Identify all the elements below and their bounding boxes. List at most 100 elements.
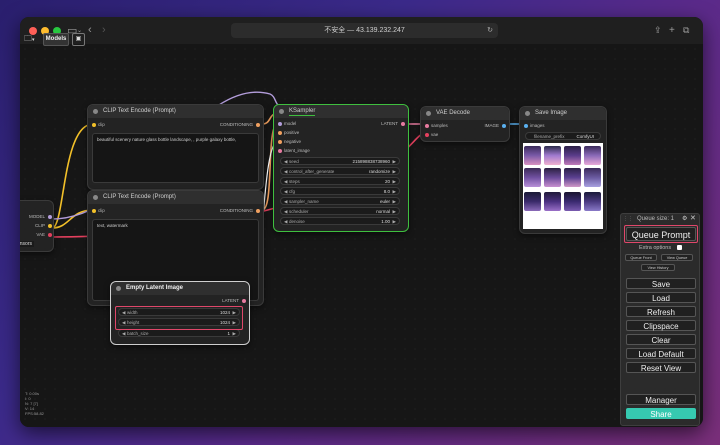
decrement-icon: ◀ (122, 331, 126, 336)
increment-icon: ▶ (392, 159, 396, 164)
gear-icon[interactable]: ⚙ (682, 215, 687, 222)
filename-prefix-widget[interactable]: filename_prefix ComfyUI (525, 132, 601, 140)
input-positive-dot[interactable] (278, 131, 282, 135)
refresh-button[interactable]: Refresh (626, 306, 696, 317)
output-image: IMAGE (484, 123, 499, 128)
seed-widget[interactable]: ◀ seed 215898838738960 ▶ (280, 157, 400, 165)
input-model-dot[interactable] (278, 122, 282, 126)
queue-menu-panel[interactable]: ⋮⋮ Queue size: 1 ⚙ ✕ Queue Prompt Extra … (620, 213, 700, 426)
decrement-icon: ◀ (284, 219, 288, 224)
collapse-dot[interactable] (525, 111, 530, 116)
render-stats: T: 0.00s I: 0 N: 7 [7] V: 14 FPS:58.82 (25, 391, 44, 416)
extra-options-checkbox[interactable] (677, 245, 682, 250)
scheduler-widget[interactable]: ◀ scheduler normal ▶ (280, 207, 400, 215)
collapse-dot[interactable] (279, 109, 284, 114)
generated-image-11[interactable] (564, 192, 581, 211)
increment-icon: ▶ (392, 209, 396, 214)
input-negative-dot[interactable] (278, 140, 282, 144)
drag-handle-icon[interactable]: ⋮⋮ (623, 216, 633, 222)
save-button[interactable]: Save (626, 278, 696, 289)
view-queue-button[interactable]: View Queue (661, 254, 693, 261)
ksampler-node[interactable]: KSampler model positive negative latent_… (273, 104, 409, 232)
share-button[interactable]: Share (626, 408, 696, 419)
output-vae-dot[interactable] (48, 233, 52, 237)
share-icon[interactable]: ⇪ (654, 25, 662, 36)
vae-decode-node[interactable]: VAE Decode samples vae IMAGE (420, 106, 510, 142)
increment-icon: ▶ (392, 189, 396, 194)
generated-image-10[interactable] (544, 192, 561, 211)
input-clip-dot[interactable] (92, 209, 96, 213)
control-after-generate-widget[interactable]: ◀ control_after_generate randomize ▶ (280, 167, 400, 175)
reload-icon[interactable]: ↻ (487, 23, 493, 38)
generated-image-8[interactable] (584, 168, 601, 187)
browser-titlebar: ▭ ⌄ ‹ › 不安全 — 43.139.232.247 ↻ ⇪ + ⧉ (20, 17, 703, 45)
decrement-icon: ◀ (284, 159, 288, 164)
load-button[interactable]: Load (626, 292, 696, 303)
input-samples-dot[interactable] (425, 124, 429, 128)
workflow-menu-button[interactable]: ▣ (72, 33, 85, 46)
output-latent-dot[interactable] (242, 299, 246, 303)
generated-image-4[interactable] (584, 146, 601, 165)
denoise-widget[interactable]: ◀ denoise 1.00 ▶ (280, 217, 400, 225)
increment-icon: ▶ (392, 179, 396, 184)
batch-size-widget[interactable]: ◀ batch_size 1 ▶ (118, 329, 240, 337)
cfg-widget[interactable]: ◀ cfg 8.0 ▶ (280, 187, 400, 195)
close-icon[interactable]: ✕ (690, 214, 696, 222)
output-latent-dot[interactable] (401, 122, 405, 126)
output-latent: LATENT (381, 121, 398, 126)
output-conditioning-dot[interactable] (256, 209, 260, 213)
width-height-highlight (115, 306, 243, 330)
input-images-dot[interactable] (524, 124, 528, 128)
graph-canvas[interactable]: 🗀▾ Models ▣ MODEL CLIP VAE ensors CLIP T… (20, 33, 703, 427)
tab-overview-icon[interactable]: ⧉ (683, 25, 689, 36)
increment-icon: ▶ (392, 219, 396, 224)
output-model-dot[interactable] (48, 215, 52, 219)
output-conditioning-dot[interactable] (256, 123, 260, 127)
generated-image-1[interactable] (524, 146, 541, 165)
generated-image-7[interactable] (564, 168, 581, 187)
collapse-dot[interactable] (116, 286, 121, 291)
generated-image-9[interactable] (524, 192, 541, 211)
output-conditioning: CONDITIONING (219, 208, 253, 213)
new-tab-icon[interactable]: + (669, 25, 675, 36)
checkpoint-loader-node[interactable]: MODEL CLIP VAE ensors (20, 200, 54, 252)
sampler-name-widget[interactable]: ◀ sampler_name euler ▶ (280, 197, 400, 205)
workflow-folder-button[interactable]: 🗀▾ (24, 33, 40, 43)
view-history-button[interactable]: View History (641, 264, 675, 271)
steps-widget[interactable]: ◀ steps 20 ▶ (280, 177, 400, 185)
clipspace-button[interactable]: Clipspace (626, 320, 696, 331)
collapse-dot[interactable] (93, 195, 98, 200)
generated-image-3[interactable] (564, 146, 581, 165)
output-latent: LATENT (222, 298, 239, 303)
models-button[interactable]: Models (43, 33, 69, 46)
output-clip-dot[interactable] (48, 224, 52, 228)
clip-text-encode-positive-node[interactable]: CLIP Text Encode (Prompt) clip CONDITION… (87, 104, 264, 190)
load-default-button[interactable]: Load Default (626, 348, 696, 359)
generated-image-12[interactable] (584, 192, 601, 211)
address-bar[interactable]: 不安全 — 43.139.232.247 ↻ (231, 23, 498, 38)
input-clip-dot[interactable] (92, 123, 96, 127)
manager-button[interactable]: Manager (626, 394, 696, 405)
empty-latent-image-node[interactable]: Empty Latent Image LATENT ◀ width 1024 ▶ ◀ h… (110, 281, 250, 345)
reset-view-button[interactable]: Reset View (626, 362, 696, 373)
image-preview-grid[interactable] (523, 143, 603, 229)
clear-button[interactable]: Clear (626, 334, 696, 345)
increment-icon: ▶ (392, 199, 396, 204)
input-samples: samples (431, 123, 448, 128)
queue-front-button[interactable]: Queue Front (625, 254, 657, 261)
forward-icon[interactable]: › (102, 25, 106, 36)
input-latent-image-dot[interactable] (278, 149, 282, 153)
output-image-dot[interactable] (502, 124, 506, 128)
generated-image-6[interactable] (544, 168, 561, 187)
input-clip: clip (98, 208, 105, 213)
collapse-dot[interactable] (426, 111, 431, 116)
collapse-dot[interactable] (93, 109, 98, 114)
save-image-node[interactable]: Save Image images filename_prefix ComfyUI (519, 106, 607, 234)
node-title: VAE Decode (421, 107, 509, 120)
generated-image-5[interactable] (524, 168, 541, 187)
prompt-textarea[interactable]: beautiful scenery nature glass bottle la… (92, 133, 259, 183)
chevron-down-icon: ▾ (32, 37, 35, 43)
input-vae-dot[interactable] (425, 133, 429, 137)
back-icon[interactable]: ‹ (88, 25, 92, 36)
generated-image-2[interactable] (544, 146, 561, 165)
